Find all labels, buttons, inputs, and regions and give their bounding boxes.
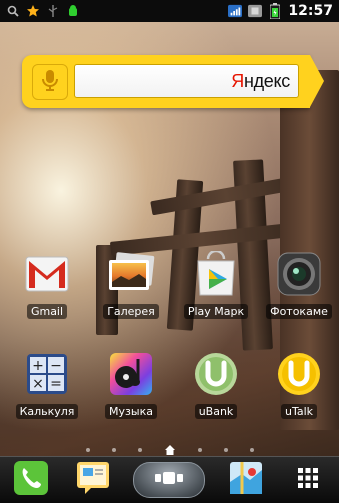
search-icon <box>6 4 20 18</box>
svg-text:+: + <box>32 358 44 374</box>
app-label: uTalk <box>280 404 318 419</box>
app-label: Калькуля <box>15 404 79 419</box>
page-dot[interactable] <box>85 448 90 452</box>
page-dot[interactable] <box>249 448 254 452</box>
page-dot[interactable] <box>223 448 228 452</box>
app-utalk[interactable]: uTalk <box>258 350 339 419</box>
home-page-icon[interactable] <box>164 444 176 456</box>
app-label: Фотокаме <box>266 304 332 319</box>
microphone-icon <box>40 68 60 96</box>
app-gallery[interactable]: Галерея <box>90 250 172 319</box>
app-camera[interactable]: Фотокаме <box>258 250 339 319</box>
page-dot[interactable] <box>111 448 116 452</box>
app-calculator[interactable]: + − × = Калькуля <box>6 350 88 419</box>
gallery-icon <box>107 250 155 298</box>
sim-icon <box>248 4 263 18</box>
page-indicator[interactable] <box>0 444 339 456</box>
app-drawer-button[interactable] <box>133 462 206 498</box>
calculator-icon: + − × = <box>23 350 71 398</box>
widget-arrow <box>310 55 324 107</box>
music-icon <box>107 350 155 398</box>
app-drawer-icon <box>152 468 186 492</box>
app-label: Gmail <box>26 304 68 319</box>
gmail-icon <box>23 250 71 298</box>
grid-menu-icon <box>297 467 319 493</box>
app-label: Play Марк <box>183 304 249 319</box>
camera-icon <box>275 250 323 298</box>
app-play-market[interactable]: Play Марк <box>175 250 257 319</box>
usb-icon <box>46 4 60 18</box>
maps-icon <box>228 460 264 500</box>
battery-icon <box>268 3 282 19</box>
voice-search-button[interactable] <box>32 64 68 100</box>
status-bar: 12:57 <box>0 0 339 22</box>
app-label: Музыка <box>105 404 157 419</box>
menu-button[interactable] <box>287 460 329 500</box>
search-input[interactable]: Яндекс <box>74 64 299 98</box>
yandex-logo-first-letter: Я <box>231 70 244 91</box>
yandex-logo: Яндекс <box>231 71 290 92</box>
app-label: uBank <box>194 404 238 419</box>
svg-text:−: − <box>50 358 62 374</box>
app-gmail[interactable]: Gmail <box>6 250 88 319</box>
ubank-icon <box>192 350 240 398</box>
play-market-icon <box>192 250 240 298</box>
android-debug-icon <box>66 4 80 18</box>
yandex-logo-rest: ндекс <box>243 70 290 91</box>
phone-button[interactable] <box>10 460 52 500</box>
star-icon <box>26 4 40 18</box>
app-music[interactable]: Музыка <box>90 350 172 419</box>
page-dot[interactable] <box>197 448 202 452</box>
messages-button[interactable] <box>72 460 114 500</box>
app-ubank[interactable]: uBank <box>175 350 257 419</box>
page-dot[interactable] <box>137 448 142 452</box>
phone-icon <box>13 460 49 500</box>
svg-text:×: × <box>32 376 44 392</box>
svg-text:=: = <box>50 376 62 392</box>
status-clock: 12:57 <box>288 3 333 19</box>
messages-icon <box>75 460 111 500</box>
dock <box>0 456 339 503</box>
app-label: Галерея <box>103 304 159 319</box>
maps-button[interactable] <box>225 460 267 500</box>
yandex-search-widget[interactable]: Яндекс <box>22 55 324 108</box>
signal-icon <box>228 4 243 18</box>
utalk-icon <box>275 350 323 398</box>
